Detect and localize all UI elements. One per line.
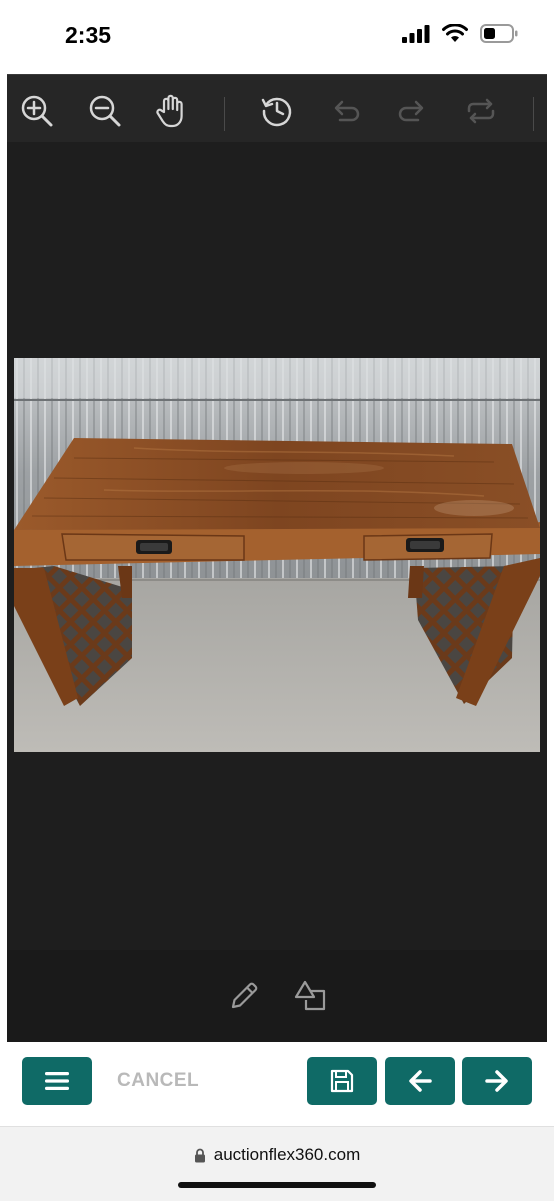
browser-url-bar: auctionflex360.com: [0, 1126, 554, 1201]
undo-icon: [334, 100, 360, 122]
arrow-right-icon: [485, 1070, 508, 1092]
zoom-in-button[interactable]: [19, 93, 55, 129]
battery-icon: [480, 24, 518, 43]
next-button[interactable]: [462, 1057, 532, 1105]
history-icon: [261, 97, 292, 127]
previous-button[interactable]: [385, 1057, 455, 1105]
status-icons: [402, 24, 518, 43]
shapes-icon: [294, 980, 326, 1011]
undo-button[interactable]: [327, 93, 363, 129]
editor-canvas: [7, 142, 547, 950]
menu-icon: [45, 1072, 69, 1090]
url-text: auctionflex360.com: [213, 1145, 361, 1164]
zoom-in-icon: [21, 95, 53, 127]
home-indicator: [178, 1182, 376, 1188]
address-field[interactable]: auctionflex360.com: [0, 1145, 554, 1165]
repeat-icon: [467, 98, 495, 124]
reset-button[interactable]: [463, 93, 499, 129]
status-time: 2:35: [65, 22, 112, 48]
status-bar: 2:35: [0, 0, 554, 72]
image-editor: [7, 74, 547, 1042]
save-icon: [330, 1069, 354, 1093]
toolbar-separator: [533, 97, 534, 131]
draw-button[interactable]: [224, 976, 264, 1016]
wifi-icon: [442, 24, 468, 42]
zoom-out-icon: [89, 95, 121, 127]
history-button[interactable]: [259, 93, 295, 129]
redo-button[interactable]: [395, 93, 431, 129]
editor-toolbar: [7, 74, 547, 143]
pan-hand-icon: [156, 94, 183, 128]
menu-button[interactable]: [22, 1057, 92, 1105]
pencil-icon: [231, 982, 258, 1009]
lock-icon: [194, 1148, 205, 1162]
editor-tools: [7, 950, 547, 1042]
desk-photo-image: [14, 358, 540, 752]
save-button[interactable]: [307, 1057, 377, 1105]
action-bar: CANCEL: [0, 1042, 554, 1126]
redo-icon: [398, 100, 424, 122]
desk-photo: [14, 358, 540, 752]
toolbar-separator: [224, 97, 225, 131]
cellular-signal-icon: [402, 24, 430, 43]
shapes-button[interactable]: [290, 976, 330, 1016]
cancel-button[interactable]: CANCEL: [117, 1070, 199, 1092]
arrow-left-icon: [409, 1070, 432, 1092]
zoom-out-button[interactable]: [87, 93, 123, 129]
pan-button[interactable]: [154, 93, 190, 129]
